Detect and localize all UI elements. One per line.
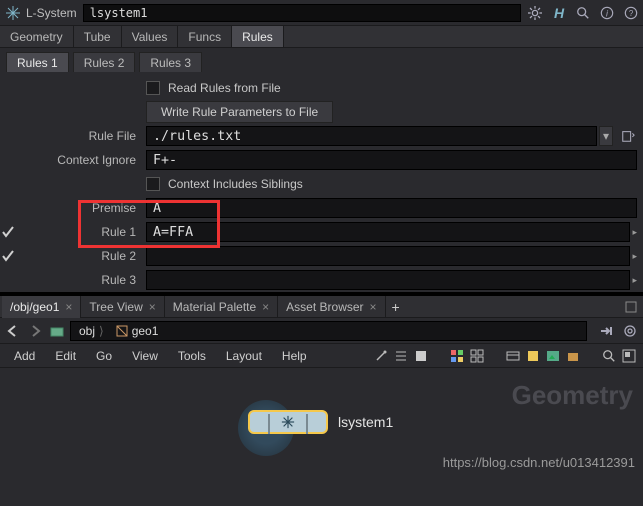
lower-tab-network[interactable]: /obj/geo1 × bbox=[2, 296, 81, 318]
rule2-label: Rule 2 bbox=[16, 249, 146, 263]
rule3-input[interactable] bbox=[146, 270, 630, 290]
node-name-input[interactable] bbox=[83, 4, 521, 22]
rule2-menu-icon[interactable]: ▸ bbox=[632, 251, 637, 262]
menu-layout[interactable]: Layout bbox=[218, 344, 270, 368]
read-rules-checkbox[interactable] bbox=[146, 81, 160, 95]
close-icon[interactable]: × bbox=[370, 296, 377, 318]
rules-form: Read Rules from File Write Rule Paramete… bbox=[0, 72, 643, 292]
tab-rules-2[interactable]: Rules 2 bbox=[73, 52, 136, 72]
search-icon[interactable] bbox=[575, 5, 591, 21]
list-icon[interactable] bbox=[413, 348, 429, 364]
network-view[interactable]: Geometry lsystem1 https://blog.csdn.net/… bbox=[0, 368, 643, 476]
info-icon[interactable]: i bbox=[599, 5, 615, 21]
lower-tab-treeview[interactable]: Tree View × bbox=[81, 296, 164, 318]
premise-input[interactable] bbox=[146, 198, 637, 218]
gear-icon[interactable] bbox=[527, 5, 543, 21]
image-icon[interactable] bbox=[545, 348, 561, 364]
lower-pane-tabs: /obj/geo1 × Tree View × Material Palette… bbox=[0, 296, 643, 318]
read-rules-label: Read Rules from File bbox=[168, 81, 281, 95]
rule2-toggle[interactable] bbox=[0, 250, 16, 262]
tab-tube[interactable]: Tube bbox=[74, 26, 122, 47]
svg-text:i: i bbox=[606, 8, 609, 18]
menu-view[interactable]: View bbox=[124, 344, 166, 368]
context-includes-label: Context Includes Siblings bbox=[168, 177, 303, 191]
pane-menu-icon[interactable] bbox=[625, 301, 637, 313]
rule-file-dropdown[interactable]: ▾ bbox=[599, 126, 613, 146]
menu-tools[interactable]: Tools bbox=[170, 344, 214, 368]
premise-label: Premise bbox=[16, 201, 146, 215]
overview-icon[interactable] bbox=[621, 348, 637, 364]
menu-help[interactable]: Help bbox=[274, 344, 315, 368]
context-ignore-input[interactable] bbox=[146, 150, 637, 170]
target-icon[interactable] bbox=[621, 322, 639, 340]
lower-tab-label: Tree View bbox=[89, 296, 142, 318]
rule-file-input[interactable] bbox=[146, 126, 597, 146]
pin-view-icon[interactable] bbox=[597, 322, 615, 340]
nav-back-icon[interactable] bbox=[4, 322, 22, 340]
rule3-label: Rule 3 bbox=[16, 273, 146, 287]
geo-icon bbox=[116, 325, 128, 337]
close-icon[interactable]: × bbox=[65, 296, 72, 318]
rule-file-label: Rule File bbox=[16, 129, 146, 143]
houdini-icon[interactable]: H bbox=[551, 5, 567, 21]
snowflake-icon bbox=[4, 4, 22, 22]
rule3-menu-icon[interactable]: ▸ bbox=[632, 275, 637, 286]
node-lsystem1[interactable]: lsystem1 bbox=[248, 410, 393, 434]
app-title: L-System bbox=[26, 6, 77, 20]
rule1-input[interactable] bbox=[146, 222, 630, 242]
box-icon[interactable] bbox=[565, 348, 581, 364]
tab-funcs[interactable]: Funcs bbox=[178, 26, 232, 47]
tab-geometry[interactable]: Geometry bbox=[0, 26, 74, 47]
add-tab-button[interactable]: + bbox=[386, 299, 406, 315]
tab-rules-1[interactable]: Rules 1 bbox=[6, 52, 69, 72]
watermark-text: https://blog.csdn.net/u013412391 bbox=[443, 455, 635, 470]
tab-values[interactable]: Values bbox=[122, 26, 179, 47]
network-menubar: Add Edit Go View Tools Layout Help bbox=[0, 344, 643, 368]
tab-rules[interactable]: Rules bbox=[232, 26, 284, 47]
manager-icon[interactable] bbox=[48, 322, 66, 340]
context-ignore-label: Context Ignore bbox=[16, 153, 146, 167]
grid2-icon[interactable] bbox=[469, 348, 485, 364]
lower-tab-assetbrowser[interactable]: Asset Browser × bbox=[278, 296, 385, 318]
context-label: Geometry bbox=[512, 380, 633, 411]
close-icon[interactable]: × bbox=[149, 296, 156, 318]
file-chooser-icon[interactable] bbox=[619, 126, 637, 146]
write-rules-button[interactable]: Write Rule Parameters to File bbox=[146, 101, 333, 123]
wand-icon[interactable] bbox=[373, 348, 389, 364]
lower-tab-network-path: /obj/geo1 bbox=[10, 296, 59, 318]
breadcrumb-obj[interactable]: obj⟩ bbox=[73, 324, 110, 338]
grid1-icon[interactable] bbox=[449, 348, 465, 364]
breadcrumb-geo1[interactable]: geo1 bbox=[110, 324, 165, 338]
menu-go[interactable]: Go bbox=[88, 344, 120, 368]
align-icon[interactable] bbox=[393, 348, 409, 364]
node-tile[interactable] bbox=[248, 410, 328, 434]
tab-rules-3[interactable]: Rules 3 bbox=[139, 52, 202, 72]
lower-tab-label: Material Palette bbox=[173, 296, 256, 318]
menu-add[interactable]: Add bbox=[6, 344, 43, 368]
help-icon[interactable]: ? bbox=[623, 5, 639, 21]
rule1-toggle[interactable] bbox=[0, 226, 16, 238]
sub-tabs: Rules 1 Rules 2 Rules 3 bbox=[0, 48, 643, 72]
lower-tab-materialpalette[interactable]: Material Palette × bbox=[165, 296, 278, 318]
close-icon[interactable]: × bbox=[262, 296, 269, 318]
context-includes-checkbox[interactable] bbox=[146, 177, 160, 191]
card-icon[interactable] bbox=[505, 348, 521, 364]
nav-forward-icon[interactable] bbox=[26, 322, 44, 340]
menu-edit[interactable]: Edit bbox=[47, 344, 84, 368]
main-tabs: Geometry Tube Values Funcs Rules bbox=[0, 26, 643, 48]
rule1-menu-icon[interactable]: ▸ bbox=[632, 227, 637, 238]
rule2-input[interactable] bbox=[146, 246, 630, 266]
lower-tab-label: Asset Browser bbox=[286, 296, 363, 318]
rule1-label: Rule 1 bbox=[16, 225, 146, 239]
sticky-note-icon[interactable] bbox=[525, 348, 541, 364]
search2-icon[interactable] bbox=[601, 348, 617, 364]
svg-text:?: ? bbox=[629, 9, 634, 18]
snowflake-icon bbox=[281, 415, 295, 429]
breadcrumb[interactable]: obj⟩ geo1 bbox=[70, 321, 587, 341]
node-label: lsystem1 bbox=[338, 414, 393, 430]
path-bar: obj⟩ geo1 bbox=[0, 318, 643, 344]
